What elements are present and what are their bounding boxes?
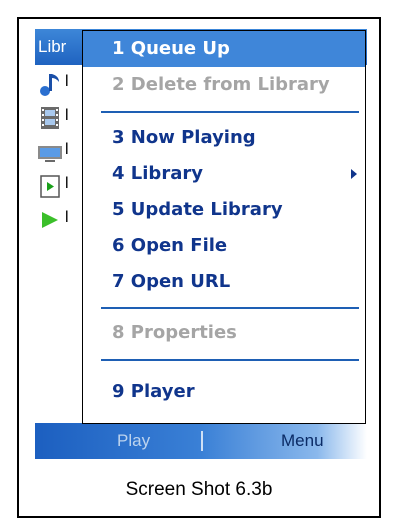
screenshot-frame: Libr l l l l l Play Menu 1 Queue Up 2 De… xyxy=(17,17,381,518)
menu-separator xyxy=(101,111,359,113)
play-arrow-icon xyxy=(42,212,58,228)
softkey-play[interactable]: Play xyxy=(117,431,150,451)
list-item-label: l xyxy=(65,175,69,192)
menu-separator xyxy=(101,307,359,309)
softkey-divider xyxy=(201,431,203,451)
menu-item-properties: 8 Properties xyxy=(112,322,237,343)
menu-item-delete-from-library: 2 Delete from Library xyxy=(112,74,330,95)
list-item-label: l xyxy=(65,107,69,124)
playlist-file-icon xyxy=(40,175,60,198)
submenu-arrow-icon xyxy=(351,169,357,179)
menu-item-player[interactable]: 9 Player xyxy=(83,374,365,410)
list-item-label: l xyxy=(65,141,69,158)
menu-item-library-label: 4 Library xyxy=(112,163,203,184)
softkey-menu[interactable]: Menu xyxy=(281,431,324,451)
title-text: Libr xyxy=(38,37,67,56)
list-item[interactable]: l xyxy=(35,67,85,101)
list-item-label: l xyxy=(65,209,69,226)
softkey-bar: Play Menu xyxy=(35,423,367,459)
list-item[interactable]: l xyxy=(35,169,85,203)
list-item[interactable]: l xyxy=(35,101,85,135)
menu-item-queue-up[interactable]: 1 Queue Up xyxy=(83,31,365,67)
list-item-label: l xyxy=(65,73,69,90)
list-item[interactable]: l xyxy=(35,203,85,237)
popup-menu: 1 Queue Up 2 Delete from Library 3 Now P… xyxy=(82,30,366,424)
music-note-icon xyxy=(40,74,59,96)
menu-item-open-url[interactable]: 7 Open URL xyxy=(83,264,365,300)
menu-item-update-library[interactable]: 5 Update Library xyxy=(83,192,365,228)
menu-separator xyxy=(101,359,359,361)
device-screen: Libr l l l l l Play Menu 1 Queue Up 2 De… xyxy=(35,29,367,459)
tv-icon xyxy=(38,146,62,162)
video-film-icon xyxy=(41,107,59,129)
list-item[interactable]: l xyxy=(35,135,85,169)
menu-item-open-file[interactable]: 6 Open File xyxy=(83,228,365,264)
figure-caption: Screen Shot 6.3b xyxy=(125,479,273,500)
menu-item-now-playing[interactable]: 3 Now Playing xyxy=(83,120,365,156)
menu-item-library[interactable]: 4 Library xyxy=(83,156,365,192)
